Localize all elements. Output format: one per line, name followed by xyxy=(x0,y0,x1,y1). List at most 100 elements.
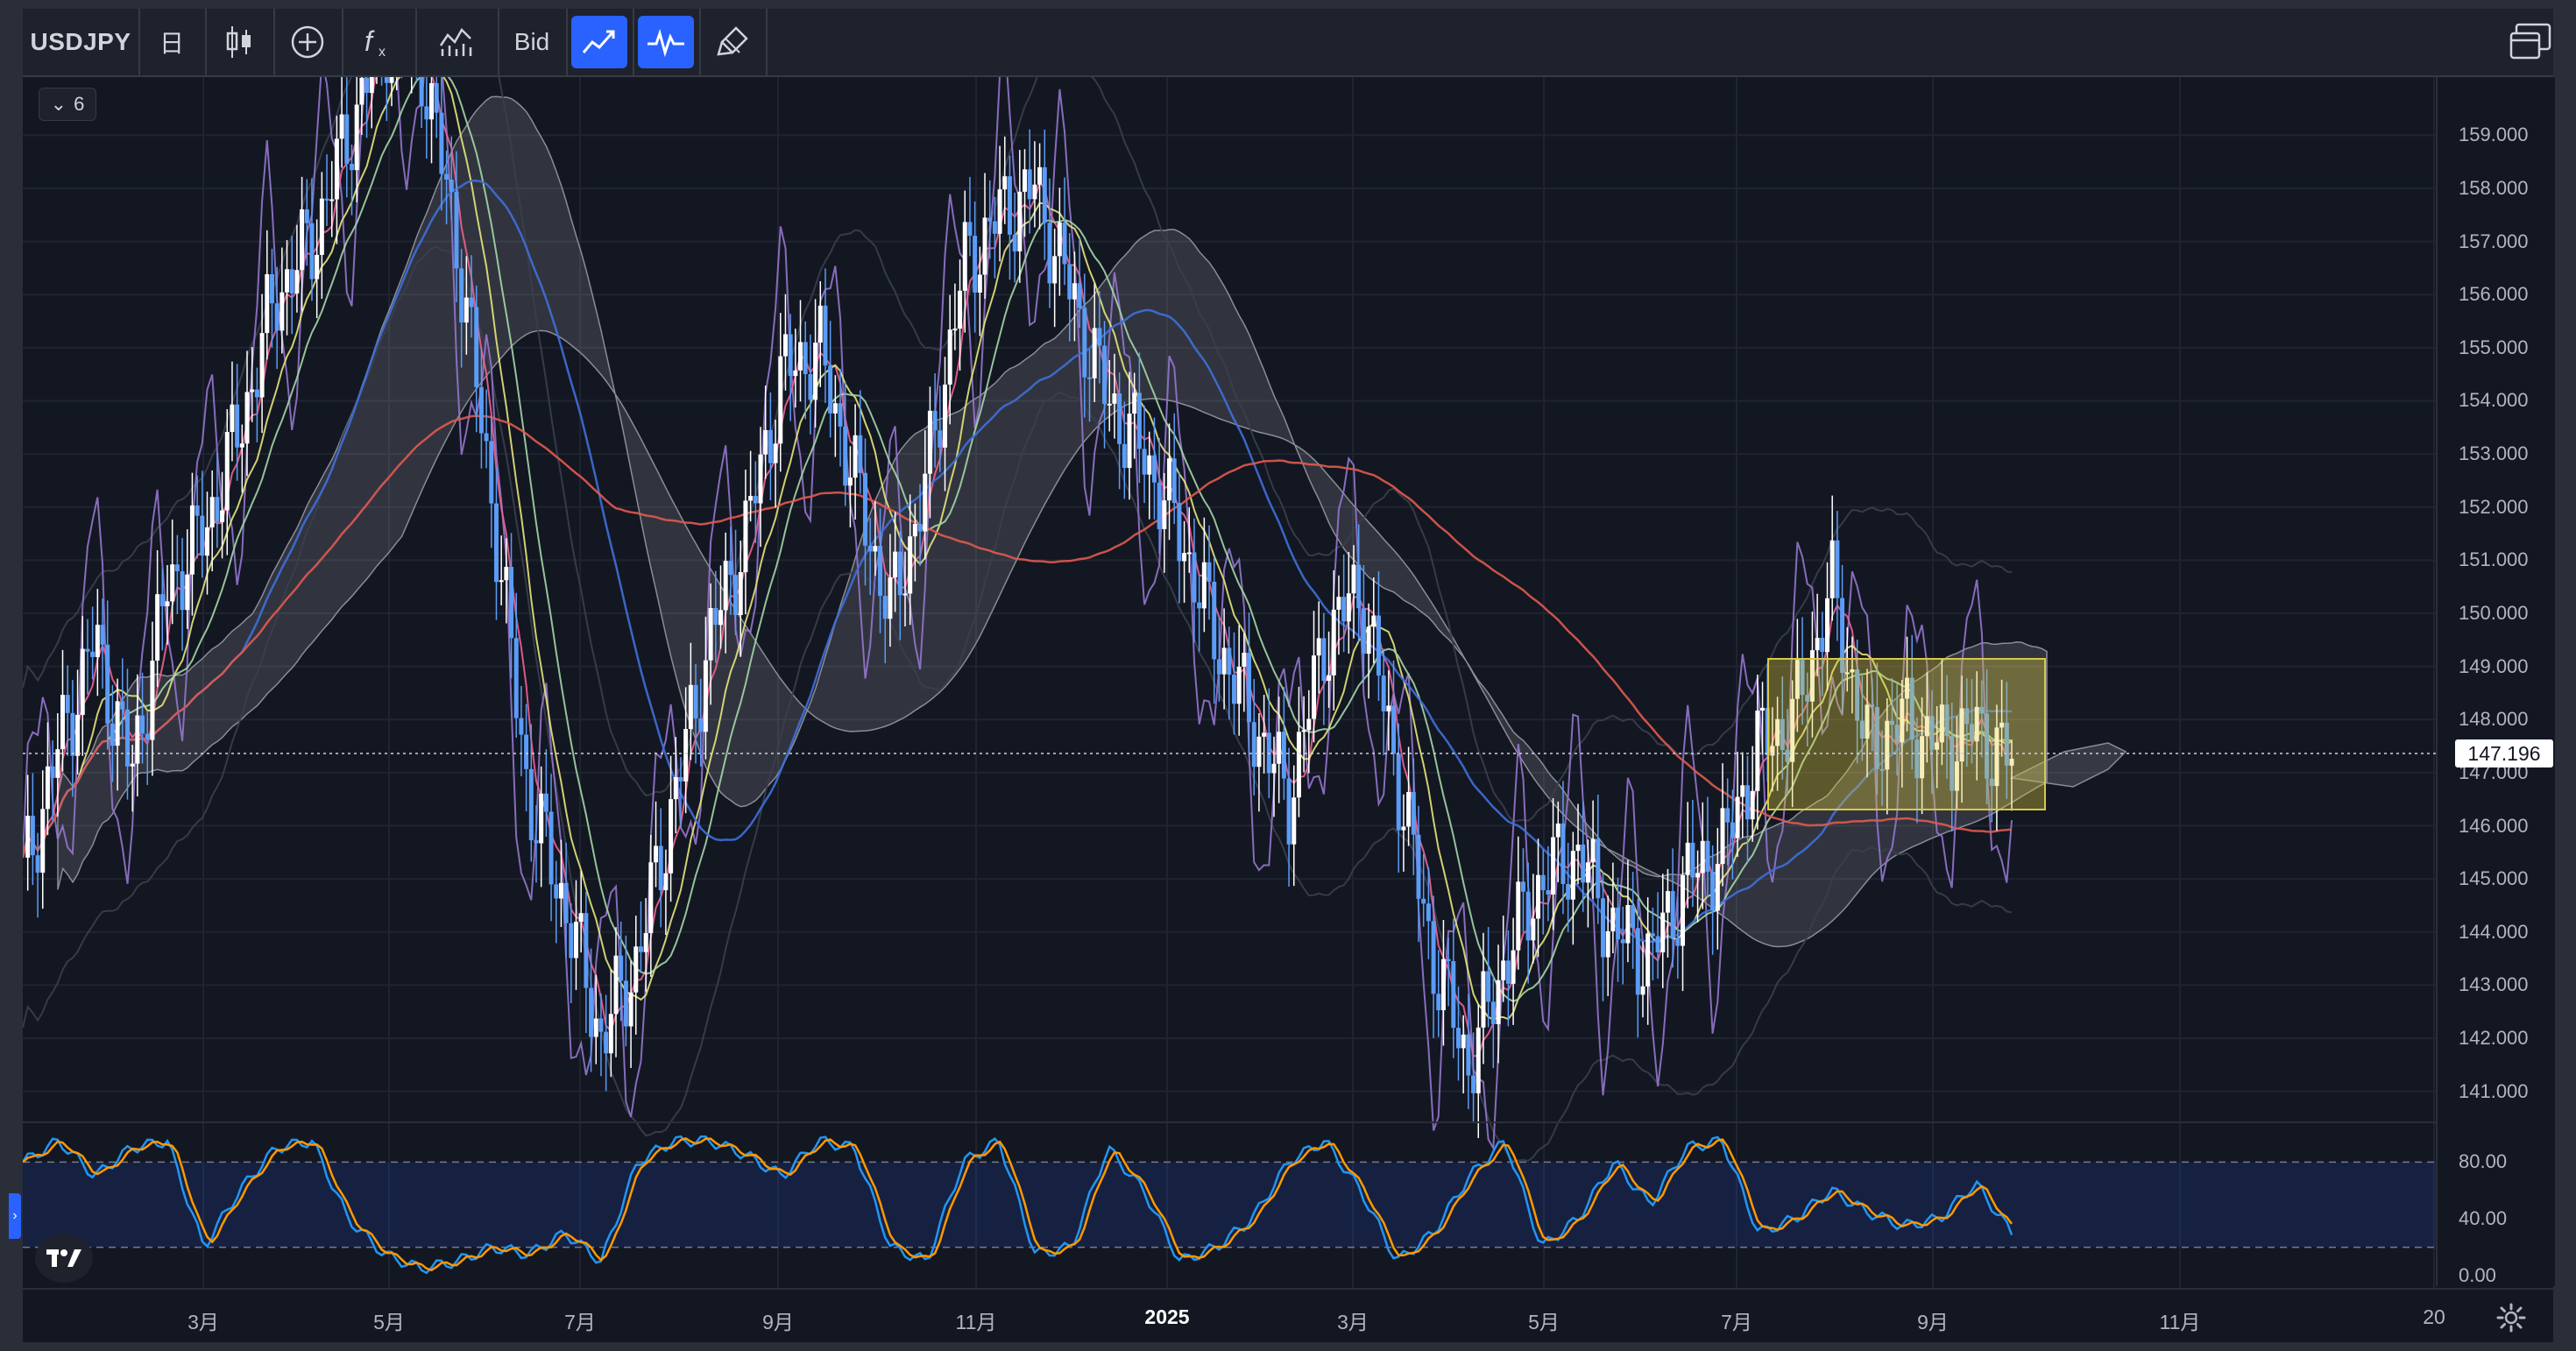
candle-body xyxy=(85,648,90,652)
time-axis[interactable]: 3月 5月 7月 9月 11月 2025 3月 5月 7月 9月 11月 20 xyxy=(23,1288,2553,1342)
fx-icon: f x xyxy=(364,25,386,60)
candle-body xyxy=(504,566,509,581)
candle-body xyxy=(1321,638,1327,682)
candle-body xyxy=(1256,736,1262,767)
price-tick-label: 151.000 xyxy=(2459,548,2529,571)
candle-body xyxy=(543,793,548,812)
oscillator-tick-label: 0.00 xyxy=(2459,1264,2496,1286)
candle-body xyxy=(269,274,274,304)
candle-body xyxy=(1007,176,1012,235)
time-tick-label: 3月 xyxy=(1337,1311,1369,1333)
candle-body xyxy=(1496,980,1501,1024)
range-highlight-box[interactable] xyxy=(1767,658,2046,810)
candle-body xyxy=(882,596,888,619)
candle-body xyxy=(429,82,435,120)
candle-body xyxy=(1536,874,1541,919)
candle-body xyxy=(1052,256,1058,284)
candle-body xyxy=(962,222,967,291)
candle-body xyxy=(1271,763,1277,774)
tradingview-logo[interactable] xyxy=(35,1234,93,1283)
candle-body xyxy=(902,593,908,596)
candle-body xyxy=(110,723,115,746)
candle-body xyxy=(464,297,469,323)
candle-body xyxy=(788,334,793,377)
price-axis[interactable]: 159.000 158.000 157.000 156.000 155.000 154.0… xyxy=(2436,77,2555,1286)
candle-body xyxy=(1057,222,1062,257)
left-panel-handle[interactable]: › xyxy=(9,1193,21,1239)
candle-body xyxy=(1371,615,1376,627)
candle-body xyxy=(1835,540,1840,598)
indicator-overlays xyxy=(23,77,2127,1163)
settings-button[interactable] xyxy=(2494,1300,2529,1335)
candle-body xyxy=(1540,874,1546,891)
candle-body xyxy=(574,922,579,958)
candle-body xyxy=(1262,732,1267,737)
candle-body xyxy=(1525,891,1531,941)
candle-body xyxy=(1531,918,1536,941)
candle-body xyxy=(673,776,678,800)
candle-body xyxy=(1695,873,1701,878)
candle-body xyxy=(858,435,863,473)
chevron-down-icon: ⌄ xyxy=(50,93,67,115)
layout-button[interactable] xyxy=(2506,18,2555,67)
candle-body xyxy=(250,389,255,393)
indicators-button[interactable]: f x xyxy=(342,9,417,75)
candle-body xyxy=(60,695,66,750)
chart-type-button[interactable] xyxy=(205,9,275,75)
candle-body xyxy=(294,270,300,294)
candle-body xyxy=(1042,166,1047,223)
candle-body xyxy=(369,77,374,94)
candle-body xyxy=(633,946,639,993)
candle-body xyxy=(1575,844,1581,852)
chart-pane[interactable] xyxy=(23,77,2553,1339)
candle-body xyxy=(389,77,394,83)
candle-body xyxy=(539,793,544,844)
candle-body xyxy=(1640,986,1645,995)
candle-body xyxy=(424,106,429,120)
symbol-search-button[interactable]: USDJPY xyxy=(23,9,140,75)
candle-body xyxy=(444,173,449,180)
candle-body xyxy=(1396,753,1401,831)
candle-body xyxy=(1670,891,1675,938)
trend-button[interactable] xyxy=(566,9,634,75)
candle-body xyxy=(1481,971,1486,1028)
candle-body xyxy=(334,138,339,200)
candle-body xyxy=(1421,898,1426,904)
candle-body xyxy=(1740,785,1745,797)
candle-body xyxy=(309,223,315,279)
price-tick-label: 156.000 xyxy=(2459,283,2529,306)
templates-button[interactable] xyxy=(415,9,499,75)
indicator-legend-toggle[interactable]: ⌄ 6 xyxy=(39,88,96,121)
pulse-button[interactable] xyxy=(633,9,701,75)
candle-body xyxy=(469,297,474,308)
candle-body xyxy=(55,749,60,778)
candle-body xyxy=(1620,939,1625,944)
candle-body xyxy=(773,443,778,463)
interval-button[interactable]: 日 xyxy=(138,9,207,75)
candle-body xyxy=(992,221,997,234)
candle-body xyxy=(548,811,554,885)
candle-body xyxy=(474,307,479,387)
candle-body xyxy=(698,718,704,732)
candle-body xyxy=(1461,1034,1466,1049)
candle-body xyxy=(180,571,185,611)
candle-body xyxy=(1486,971,1491,1002)
candle-body xyxy=(1192,552,1197,603)
candle-body xyxy=(897,551,902,596)
candle-body xyxy=(1292,797,1297,845)
candle-body xyxy=(1072,283,1077,300)
brush-button[interactable] xyxy=(699,9,768,75)
candle-body xyxy=(244,392,250,444)
plus-circle-icon xyxy=(291,25,324,59)
tv-logo-icon xyxy=(46,1249,81,1267)
svg-text:x: x xyxy=(379,45,386,60)
candle-body xyxy=(65,695,70,713)
candle-body xyxy=(478,386,484,434)
candle-body xyxy=(1516,881,1521,951)
compare-button[interactable] xyxy=(273,9,343,75)
candle-body xyxy=(947,329,952,385)
candle-body xyxy=(1631,904,1636,929)
pane-divider[interactable] xyxy=(23,1121,2436,1123)
bid-button[interactable]: Bid xyxy=(498,9,568,75)
candle-body xyxy=(100,625,105,645)
